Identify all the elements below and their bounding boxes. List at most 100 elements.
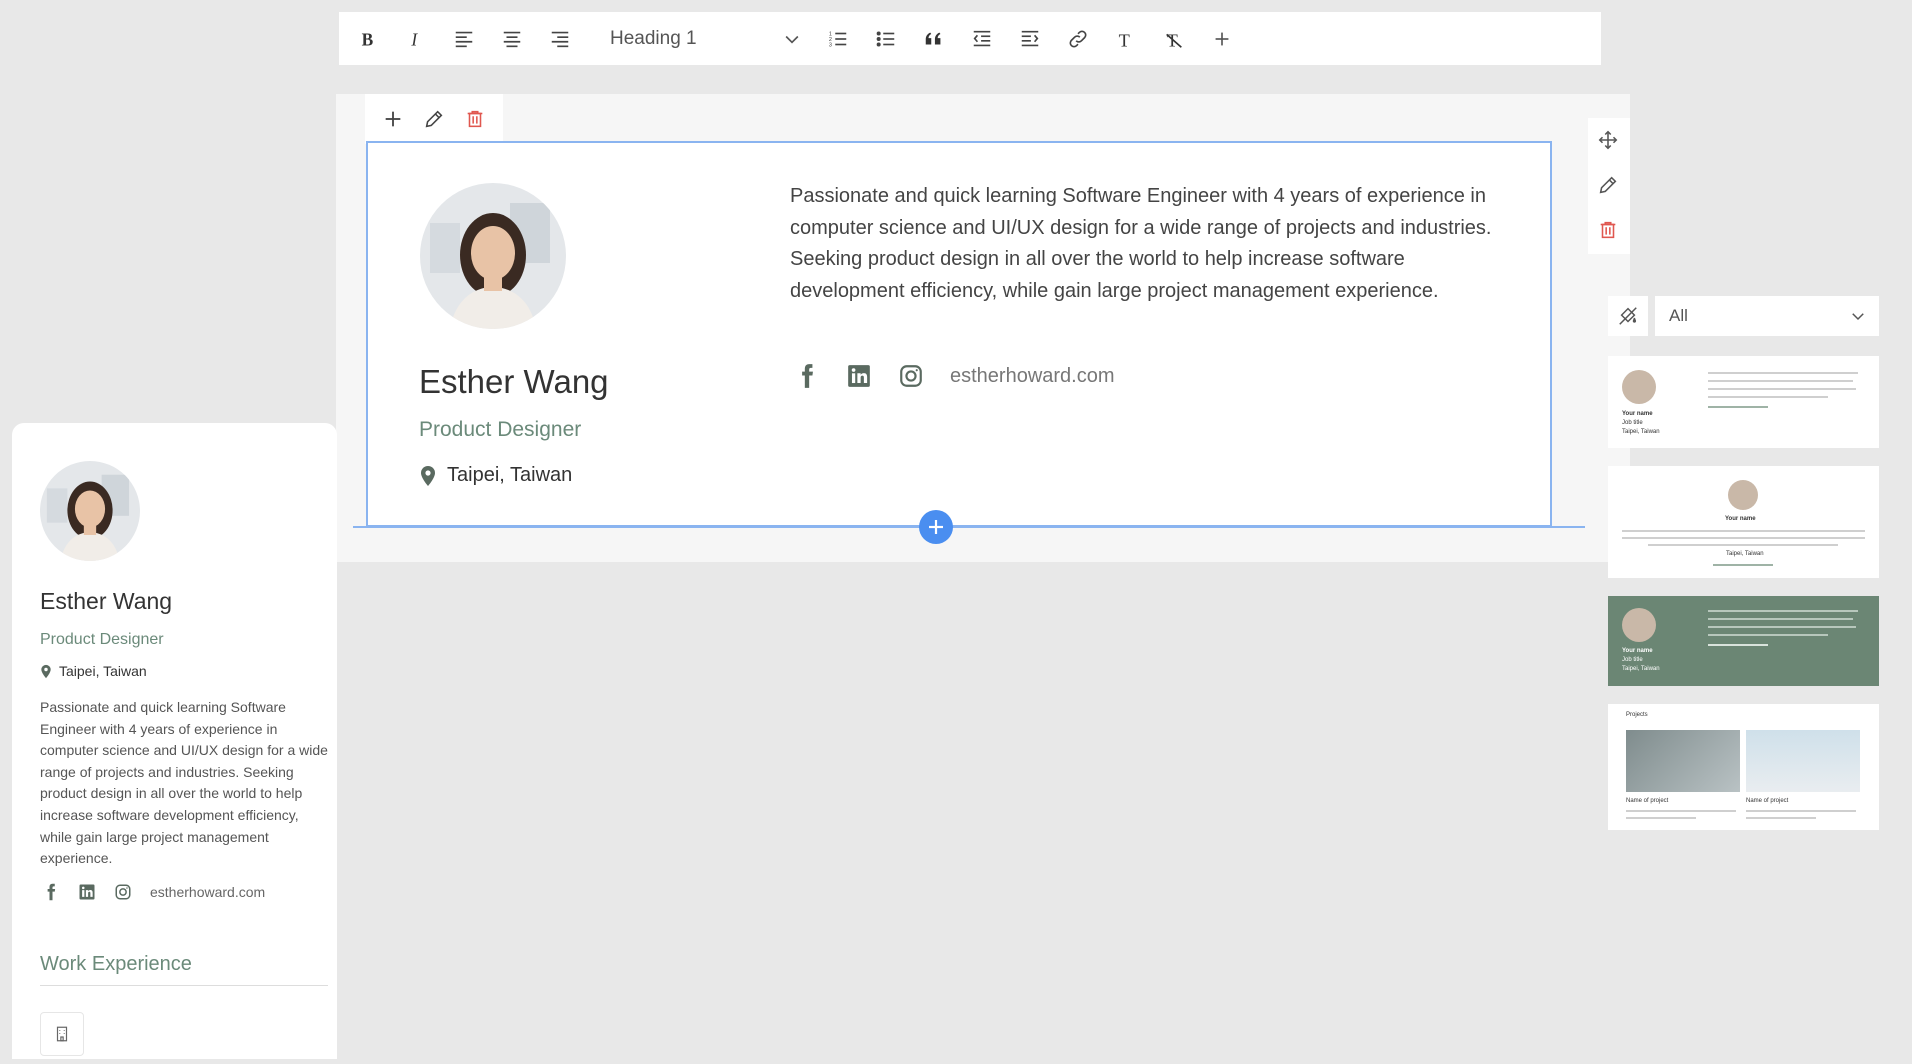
unordered-list-button[interactable]	[862, 12, 910, 65]
template-filter-select[interactable]: All	[1655, 296, 1879, 336]
profile-role: Product Designer	[40, 631, 164, 648]
thumbnail-text-line	[1626, 817, 1696, 819]
italic-button[interactable]: I	[392, 12, 440, 65]
profile-location-text: Taipei, Taiwan	[59, 663, 147, 679]
thumbnail-avatar	[1728, 480, 1758, 510]
thumbnail-social-line	[1713, 564, 1773, 566]
thumbnail-job-title: Job title	[1622, 420, 1643, 426]
link-icon	[1069, 30, 1087, 47]
profile-location: Taipei, Taiwan	[40, 663, 147, 679]
svg-text:I: I	[410, 29, 418, 49]
profile-block-selected[interactable]: Esther Wang Product Designer Taipei, Tai…	[366, 141, 1552, 527]
thumbnail-text-line	[1622, 537, 1865, 539]
indent-button[interactable]	[1006, 12, 1054, 65]
fill-filter-button[interactable]	[1608, 296, 1648, 336]
company-logo-placeholder	[40, 1012, 84, 1056]
template-thumbnail-selected-style[interactable]: Your name Job title Taipei, Taiwan	[1608, 596, 1879, 686]
thumbnail-name: Your name	[1622, 648, 1653, 654]
edit-block-side-button[interactable]	[1597, 174, 1621, 198]
linkedin-link[interactable]	[846, 363, 872, 389]
facebook-icon	[802, 364, 813, 388]
thumbnail-text-line	[1708, 610, 1858, 612]
align-center-icon	[503, 31, 521, 47]
linkedin-icon	[848, 365, 870, 387]
profile-preview-card: Esther Wang Product Designer Taipei, Tai…	[12, 423, 337, 1059]
bold-icon: B	[362, 29, 374, 49]
plus-icon	[929, 520, 943, 534]
move-block-handle[interactable]	[1597, 129, 1621, 153]
rich-text-toolbar: B I Heading 1 123 T T	[339, 12, 1601, 65]
facebook-icon	[47, 883, 56, 901]
instagram-link[interactable]	[898, 363, 924, 389]
profile-location: Taipei, Taiwan	[419, 464, 572, 487]
template-thumbnail[interactable]: Your name Taipei, Taiwan	[1608, 466, 1879, 578]
divider	[40, 985, 328, 986]
thumbnail-text-line	[1708, 634, 1828, 636]
chevron-down-icon	[785, 35, 799, 44]
paint-bucket-icon	[1619, 307, 1637, 325]
thumbnail-location: Taipei, Taiwan	[1622, 666, 1660, 672]
linkedin-link[interactable]	[78, 883, 96, 901]
website-link[interactable]: estherhoward.com	[150, 884, 265, 900]
social-links: estherhoward.com	[42, 883, 265, 901]
italic-icon: I	[410, 29, 418, 49]
add-block-button[interactable]	[380, 106, 406, 132]
align-center-button[interactable]	[488, 12, 536, 65]
indent-icon	[1021, 30, 1039, 46]
link-button[interactable]	[1054, 12, 1102, 65]
instagram-icon	[900, 365, 922, 387]
trash-icon	[467, 110, 482, 128]
instagram-link[interactable]	[114, 883, 132, 901]
delete-block-button[interactable]	[462, 106, 488, 132]
avatar	[420, 183, 566, 329]
profile-name: Esther Wang	[40, 588, 173, 614]
thumbnail-job-title: Job title	[1622, 657, 1643, 663]
plus-icon	[385, 111, 401, 127]
insert-block-button[interactable]	[919, 510, 953, 544]
facebook-link[interactable]	[42, 883, 60, 901]
thumbnail-text-line	[1708, 626, 1856, 628]
thumbnail-avatar	[1622, 608, 1656, 642]
work-experience-heading: Work Experience	[40, 953, 192, 975]
align-left-icon	[455, 31, 473, 47]
plus-icon	[1215, 32, 1229, 45]
align-right-button[interactable]	[536, 12, 584, 65]
clear-format-button[interactable]: T	[1150, 12, 1198, 65]
facebook-link[interactable]	[794, 363, 820, 389]
align-left-button[interactable]	[440, 12, 488, 65]
location-pin-icon	[421, 465, 435, 486]
text-format-button[interactable]: T	[1102, 12, 1150, 65]
thumbnail-project-image	[1626, 730, 1740, 792]
block-actions	[365, 94, 503, 144]
add-button[interactable]	[1198, 12, 1246, 65]
block-side-actions	[1588, 118, 1630, 254]
outdent-button[interactable]	[958, 12, 1006, 65]
text-format-icon: T	[1119, 30, 1130, 50]
profile-bio: Passionate and quick learning Software E…	[790, 185, 1492, 302]
bold-button[interactable]: B	[344, 12, 392, 65]
delete-block-side-button[interactable]	[1597, 219, 1621, 243]
quote-icon	[925, 32, 941, 44]
pencil-icon	[425, 110, 443, 128]
linkedin-icon	[79, 884, 95, 900]
pencil-icon	[1599, 176, 1617, 194]
blockquote-button[interactable]	[910, 12, 958, 65]
thumbnail-social-line	[1708, 644, 1768, 646]
template-thumbnail[interactable]: Your name Job title Taipei, Taiwan	[1608, 356, 1879, 448]
website-link[interactable]: estherhoward.com	[950, 365, 1115, 388]
thumbnail-text-line	[1626, 810, 1736, 812]
thumbnail-name: Your name	[1725, 516, 1756, 522]
profile-name: Esther Wang	[419, 363, 609, 400]
template-thumbnail-projects[interactable]: Projects Name of project Name of project	[1608, 704, 1879, 830]
edit-block-button[interactable]	[421, 106, 447, 132]
heading-select[interactable]: Heading 1	[584, 12, 814, 65]
align-right-icon	[551, 31, 569, 47]
thumbnail-text-line	[1708, 380, 1853, 382]
thumbnail-project-name: Name of project	[1626, 798, 1669, 804]
move-icon	[1598, 130, 1618, 150]
social-links: estherhoward.com	[794, 363, 1115, 389]
svg-text:3: 3	[829, 42, 832, 48]
svg-text:B: B	[362, 29, 374, 49]
ordered-list-button[interactable]: 123	[814, 12, 862, 65]
thumbnail-text-line	[1746, 817, 1816, 819]
